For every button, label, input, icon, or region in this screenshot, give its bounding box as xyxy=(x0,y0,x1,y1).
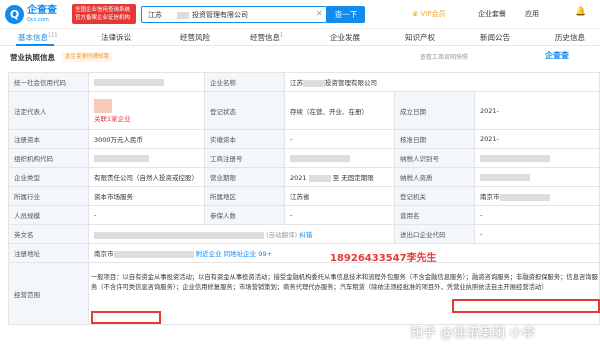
scope-label: 经营范围 xyxy=(8,262,89,325)
clear-icon[interactable]: ✕ xyxy=(316,9,323,18)
logo-sub: Qcc.com xyxy=(27,17,49,23)
en-name-label: 英文名 xyxy=(8,224,89,244)
tab-development[interactable]: 企业发展 xyxy=(330,32,360,43)
tab-basic[interactable]: 基本信息111 xyxy=(18,32,58,43)
qcc-brand-logo: 企查查 xyxy=(545,51,569,60)
en-name: (自动翻译) 纠错 xyxy=(88,224,395,244)
active-tab-indicator xyxy=(16,44,54,46)
insured-label: 参保人数 xyxy=(204,205,285,225)
vip-link[interactable]: ♛ VIP会员 xyxy=(412,9,446,19)
import-value: - xyxy=(474,224,600,244)
logo-text: 企查查 xyxy=(27,5,57,16)
paid-value: - xyxy=(284,129,395,149)
highlight-box xyxy=(452,299,600,313)
search-button[interactable]: 查一下 xyxy=(327,6,365,23)
credit-badge: 全国企业信用查询系统 官方备案企业征信机构 xyxy=(72,4,136,24)
notify-badge[interactable]: 发生变更时通知我 xyxy=(62,52,113,62)
capital-label: 注册资本 xyxy=(8,129,89,149)
same-address-link[interactable]: 同地址企业 99+ xyxy=(224,250,272,258)
watermark: 知乎 @佳诺集团 小李 xyxy=(410,326,536,341)
legal-rep[interactable]: 关联1家企业 xyxy=(88,91,205,130)
staff-label: 人员规模 xyxy=(8,205,89,225)
correction-link[interactable]: 纠错 xyxy=(299,231,312,239)
credit-code-label: 统一社会信用代码 xyxy=(8,72,89,92)
authority-value: 南京市 xyxy=(474,186,600,206)
former-label: 曾用名 xyxy=(394,205,475,225)
approve-date: 2021- xyxy=(474,129,600,149)
tab-history[interactable]: 历史信息 xyxy=(555,32,585,43)
qcc-logo-icon[interactable]: Q xyxy=(5,5,24,24)
assoc-link[interactable]: 关联1家企业 xyxy=(94,113,199,123)
type-label: 企业类型 xyxy=(8,167,89,187)
reg-status: 存续（在营、开业、在册） xyxy=(284,91,395,130)
reg-status-label: 登记状态 xyxy=(204,91,285,130)
business-scope: 一般项目：以自有资金从事投资活动；以自有资金从事投资活动；接受金融机构委托从事信… xyxy=(91,274,598,291)
tab-news[interactable]: 新闻公告 xyxy=(480,32,510,43)
staff-value: - xyxy=(88,205,205,225)
search-input[interactable]: 江苏 投资管理有限公司 ✕ xyxy=(141,6,327,23)
est-label: 成立日期 xyxy=(394,91,475,130)
tab-bar: 基本信息111 法律诉讼 经营风险 经营信息1 企业发展 知识产权 新闻公告 历… xyxy=(0,29,600,46)
biz-reg-label: 工商注册号 xyxy=(204,148,285,168)
top-bar: Q 企查查 Qcc.com 全国企业信用查询系统 官方备案企业征信机构 江苏 投资… xyxy=(0,0,600,29)
industry-label: 所属行业 xyxy=(8,186,89,206)
taxpayer-label: 纳税人识别号 xyxy=(394,148,475,168)
type-value: 有限责任公司（自然人投资或控股） xyxy=(88,167,205,187)
term-value: 2021 至 无固定期限 xyxy=(284,167,395,187)
address-label: 注册地址 xyxy=(8,243,89,263)
region-value: 江苏省 xyxy=(284,186,395,206)
org-code-label: 组织机构代码 xyxy=(8,148,89,168)
paid-label: 实缴资本 xyxy=(204,129,285,149)
tab-ip[interactable]: 知识产权 xyxy=(405,32,435,43)
bell-icon[interactable]: 🔔 xyxy=(575,7,586,17)
term-label: 营业期限 xyxy=(204,167,285,187)
tab-business[interactable]: 经营信息1 xyxy=(250,32,283,43)
insured-value: - xyxy=(284,205,395,225)
authority-label: 登记机关 xyxy=(394,186,475,206)
tax-qual-label: 纳税人资质 xyxy=(394,167,475,187)
plan-link[interactable]: 企业套餐 xyxy=(478,9,506,19)
tab-legal[interactable]: 法律诉讼 xyxy=(101,32,131,43)
region-label: 所属地区 xyxy=(204,186,285,206)
approve-label: 核准日期 xyxy=(394,129,475,149)
section-title: 营业执照信息 xyxy=(10,53,55,62)
highlight-box xyxy=(91,311,161,324)
import-label: 进出口企业代码 xyxy=(394,224,475,244)
legal-rep-label: 法定代表人 xyxy=(8,91,89,130)
nearby-link[interactable]: 附近企业 xyxy=(196,250,222,258)
capital-value: 3000万元人民币 xyxy=(88,129,205,149)
app-link[interactable]: 应用 xyxy=(525,9,539,19)
est-date: 2021- xyxy=(474,91,600,130)
tab-risk[interactable]: 经营风险 xyxy=(180,32,210,43)
company-name: 江苏 投资管理有限公司 xyxy=(284,72,600,92)
former-value: - xyxy=(474,205,600,225)
name-label: 企业名称 xyxy=(204,72,285,92)
snapshot-link[interactable]: 查看工商官网快照 xyxy=(420,52,468,61)
industry-value: 资本市场服务 xyxy=(88,186,205,206)
phone-annotation: 18926433547李先生 xyxy=(330,253,437,264)
